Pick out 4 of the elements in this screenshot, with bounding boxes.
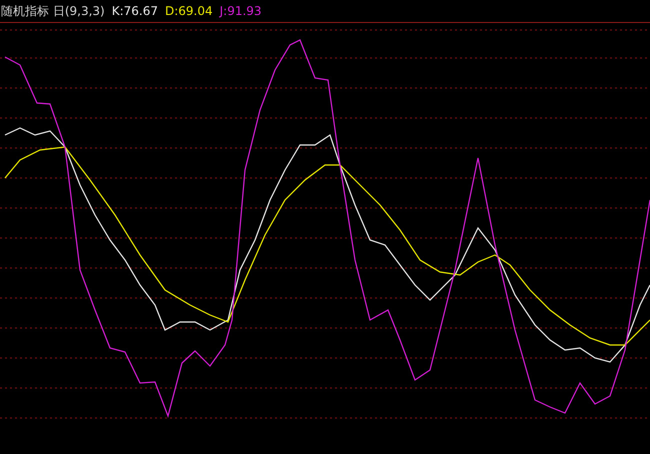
indicator-reading: K:76.67 bbox=[112, 4, 158, 18]
indicator-title: 随机指标 日(9,3,3) bbox=[1, 2, 105, 20]
indicator-reading: J:91.93 bbox=[220, 4, 262, 18]
indicator-reading: D:69.04 bbox=[164, 4, 213, 18]
